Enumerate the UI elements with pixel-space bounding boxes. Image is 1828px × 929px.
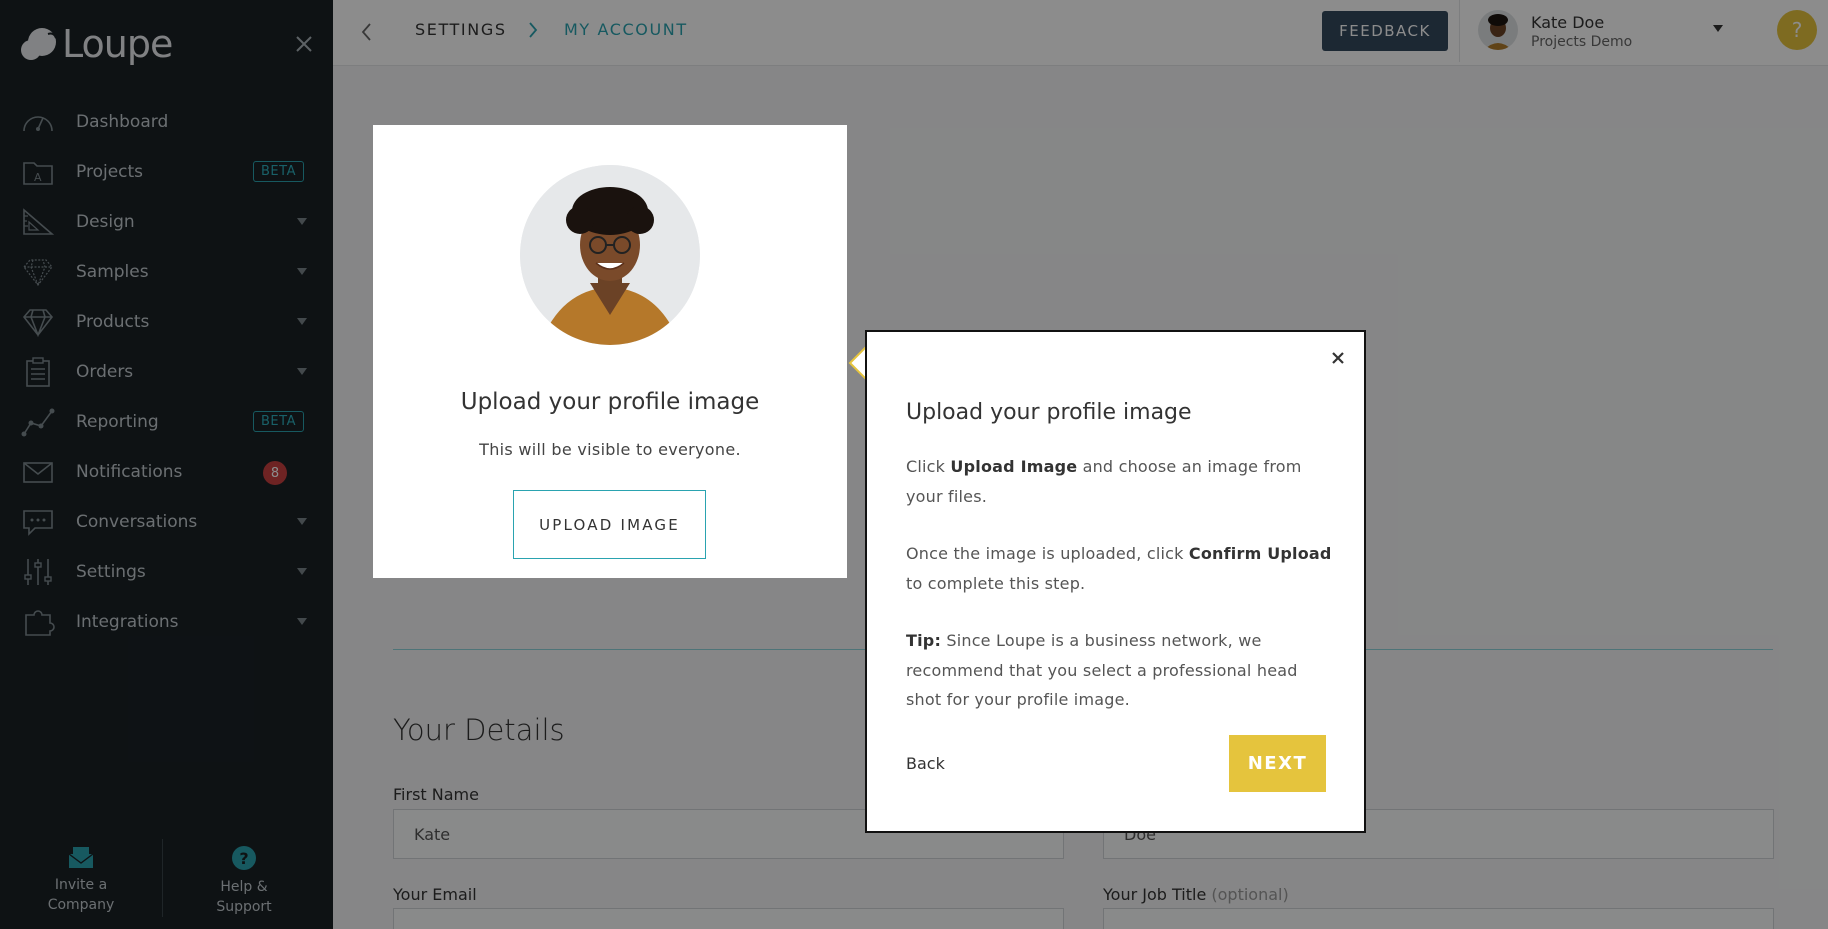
p3-post: Since Loupe is a business network, we re… bbox=[906, 631, 1298, 709]
p2-pre: Once the image is uploaded, click bbox=[906, 544, 1189, 563]
onboarding-tooltip: Upload your profile image Click Upload I… bbox=[865, 330, 1366, 833]
profile-avatar bbox=[520, 165, 700, 345]
upload-image-button[interactable]: UPLOAD IMAGE bbox=[513, 490, 706, 559]
back-button[interactable]: Back bbox=[906, 754, 945, 773]
close-icon[interactable] bbox=[1328, 348, 1348, 368]
tooltip-title: Upload your profile image bbox=[906, 400, 1192, 425]
spotlight-subtitle: This will be visible to everyone. bbox=[479, 440, 741, 459]
profile-image-card: Upload your profile image This will be v… bbox=[373, 125, 847, 578]
p2-post: to complete this step. bbox=[906, 573, 1086, 593]
p2-bold: Confirm Upload bbox=[1188, 544, 1332, 563]
tooltip-paragraph-2: Once the image is uploaded, click Confir… bbox=[906, 539, 1336, 598]
p1-bold: Upload Image bbox=[950, 457, 1078, 476]
p1-pre: Click bbox=[906, 457, 951, 476]
next-button[interactable]: NEXT bbox=[1229, 735, 1326, 792]
p3-bold: Tip: bbox=[906, 631, 942, 650]
spotlight-title: Upload your profile image bbox=[460, 389, 760, 415]
tooltip-paragraph-3: Tip: Since Loupe is a business network, … bbox=[906, 626, 1336, 715]
tooltip-paragraph-1: Click Upload Image and choose an image f… bbox=[906, 452, 1336, 511]
